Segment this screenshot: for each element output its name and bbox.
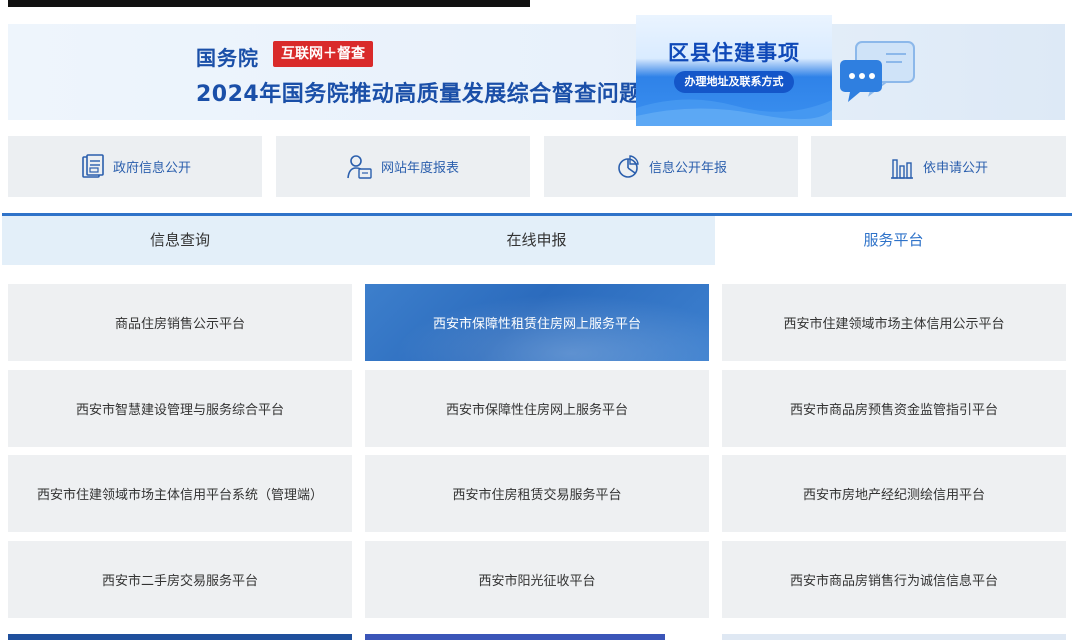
platform-label: 西安市二手房交易服务平台 (101, 574, 258, 589)
pie-chart-icon (618, 154, 639, 178)
card-wave-decoration (636, 99, 832, 126)
quick-link-label: 信息公开年报 (648, 161, 727, 176)
platform-item[interactable]: 西安市二手房交易服务平台 (8, 541, 352, 618)
bar-chart-icon (890, 158, 913, 179)
platform-label: 西安市住建领域市场主体信用公示平台 (783, 317, 1005, 332)
bottom-banner-peek (8, 634, 352, 640)
platform-label: 西安市住房租赁交易服务平台 (452, 488, 622, 503)
platform-item[interactable]: 西安市保障性租赁住房网上服务平台 (365, 284, 709, 361)
platform-item[interactable]: 西安市住建领域市场主体信用平台系统（管理端） (8, 455, 352, 532)
platform-label: 西安市阳光征收平台 (478, 574, 596, 589)
platform-label: 商品住房销售公示平台 (114, 317, 245, 332)
quick-link-label: 政府信息公开 (112, 161, 191, 176)
quick-link-label: 依申请公开 (922, 161, 988, 176)
tab-info-query[interactable]: 信息查询 (2, 216, 358, 265)
quick-link-label: 网站年度报表 (380, 161, 459, 176)
platform-item[interactable]: 西安市保障性住房网上服务平台 (365, 370, 709, 447)
platform-item[interactable]: 西安市商品房销售行为诚信信息平台 (722, 541, 1066, 618)
platform-item[interactable]: 西安市房地产经纪测绘信用平台 (722, 455, 1066, 532)
platform-label: 西安市商品房销售行为诚信信息平台 (789, 574, 998, 589)
platform-item[interactable]: 西安市智慧建设管理与服务综合平台 (8, 370, 352, 447)
chat-bubble-icon (840, 41, 915, 102)
platform-label: 西安市智慧建设管理与服务综合平台 (75, 403, 284, 418)
platform-item[interactable]: 西安市住房租赁交易服务平台 (365, 455, 709, 532)
platform-label: 西安市保障性住房网上服务平台 (445, 403, 628, 418)
platform-item[interactable]: 西安市商品房预售资金监管指引平台 (722, 370, 1066, 447)
banner-title: 2024年国务院推动高质量发展综合督查问题 (196, 82, 642, 107)
quick-link-request-disclosure[interactable]: 依申请公开 (811, 136, 1066, 197)
bottom-banner-peek (722, 634, 1066, 640)
quick-link-annual-report[interactable]: 网站年度报表 (276, 136, 530, 197)
tab-service-platform[interactable]: 服务平台 (715, 216, 1072, 265)
document-icon (82, 153, 104, 178)
tab-online-declaration[interactable]: 在线申报 (358, 216, 715, 265)
page: 国务院 互联网＋督查 2024年国务院推动高质量发展综合督查问题 区县住建事项 … (0, 0, 1080, 640)
service-tabs: 信息查询 在线申报 服务平台 (2, 213, 1072, 265)
platform-item[interactable]: 西安市阳光征收平台 (365, 541, 709, 618)
top-media-strip (8, 0, 530, 7)
banner-brand: 国务院 (196, 46, 259, 70)
quick-links-row: 政府信息公开 网站年度报表 信息公开年报 依申请公开 (8, 136, 1066, 197)
user-report-icon (347, 154, 372, 179)
platform-label: 西安市住建领域市场主体信用平台系统（管理端） (36, 488, 323, 503)
card-title: 区县住建事项 (668, 41, 800, 65)
platform-label: 西安市保障性租赁住房网上服务平台 (432, 317, 641, 332)
platform-item[interactable]: 西安市住建领域市场主体信用公示平台 (722, 284, 1066, 361)
bottom-banner-peek (365, 634, 665, 640)
platform-item[interactable]: 商品住房销售公示平台 (8, 284, 352, 361)
platform-label: 西安市房地产经纪测绘信用平台 (802, 488, 985, 503)
platform-label: 西安市商品房预售资金监管指引平台 (789, 403, 998, 418)
district-housing-affairs-card[interactable]: 区县住建事项 办理地址及联系方式 (636, 15, 832, 126)
quick-link-info-annual[interactable]: 信息公开年报 (544, 136, 798, 197)
banner-badge: 互联网＋督查 (273, 41, 373, 67)
supervision-banner[interactable]: 国务院 互联网＋督查 2024年国务院推动高质量发展综合督查问题 (8, 24, 1065, 120)
quick-link-gov-info[interactable]: 政府信息公开 (8, 136, 262, 197)
